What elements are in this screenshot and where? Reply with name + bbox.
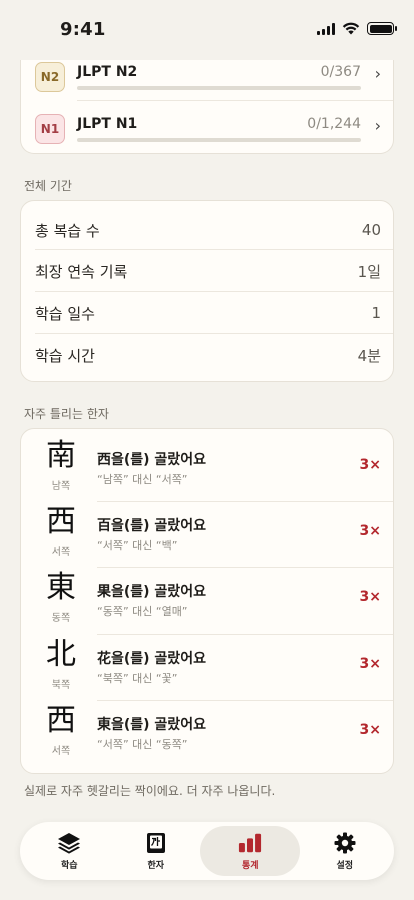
mistake-detail: “남쪽” 대신 “서쪽” xyxy=(97,473,188,486)
mistakes-footnote: 실제로 자주 헷갈리는 짝이에요. 더 자주 나옵니다. xyxy=(24,784,276,798)
layers-icon xyxy=(57,832,81,854)
level-badge-n2: N2 xyxy=(35,62,65,92)
mistake-count: 3× xyxy=(359,457,381,473)
section-label-mistakes: 자주 틀리는 한자 xyxy=(24,407,109,421)
stat-row-study-days: 학습 일수 1 xyxy=(21,292,395,334)
kanji-reading: 남쪽 xyxy=(51,481,71,492)
mistake-title: 果을(를) 골랐어요 xyxy=(97,584,206,600)
jlpt-levels-card: N2 JLPT N2 0/367 › N1 JLPT N1 0/1,244 › xyxy=(20,48,394,154)
tab-stats[interactable]: 통계 xyxy=(200,826,301,876)
kanji-reading: 북쪽 xyxy=(51,680,71,691)
stat-value: 4분 xyxy=(357,346,381,365)
mistake-count: 3× xyxy=(359,523,381,539)
chevron-right-icon: › xyxy=(374,116,381,135)
tab-label: 학습 xyxy=(60,860,78,871)
stat-row-total-reviews: 총 복습 수 40 xyxy=(21,209,395,251)
level-count: 0/1,244 xyxy=(307,116,361,132)
stat-value: 1일 xyxy=(357,262,381,281)
jlpt-level-row-n1[interactable]: N1 JLPT N1 0/1,244 › xyxy=(21,100,395,150)
tab-label: 설정 xyxy=(336,860,354,871)
mistake-count: 3× xyxy=(359,656,381,672)
section-label-overall: 전체 기간 xyxy=(24,179,72,193)
stat-label: 최장 연속 기록 xyxy=(35,262,128,281)
kanji-character: 北 xyxy=(46,637,76,672)
kanji-reading: 서쪽 xyxy=(51,746,71,757)
bar-chart-icon xyxy=(238,832,262,854)
level-progress-bar xyxy=(77,86,361,90)
stat-label: 학습 시간 xyxy=(35,346,95,365)
mistake-title: 花을(를) 골랐어요 xyxy=(97,651,206,667)
status-time: 9:41 xyxy=(60,19,106,40)
chevron-right-icon: › xyxy=(374,64,381,83)
kanji-character: 東 xyxy=(46,570,76,605)
overall-stats-card: 총 복습 수 40 최장 연속 기록 1일 학습 일수 1 학습 시간 4분 xyxy=(20,200,394,382)
gear-icon xyxy=(333,832,357,854)
kanji-reading: 서쪽 xyxy=(51,547,71,558)
tab-bar: 학습 한자 통계 설정 xyxy=(20,822,394,880)
frequent-mistakes-card: 南 남쪽 西을(를) 골랐어요 “남쪽” 대신 “서쪽” 3× 西 서쪽 百을(… xyxy=(20,428,394,774)
stat-row-longest-streak: 최장 연속 기록 1일 xyxy=(21,250,395,292)
tab-study[interactable]: 학습 xyxy=(27,826,111,876)
kanji-character: 南 xyxy=(46,438,76,473)
battery-icon xyxy=(367,22,397,35)
mistake-item[interactable]: 東 동쪽 果을(를) 골랐어요 “동쪽” 대신 “열매” 3× xyxy=(21,561,395,627)
level-name: JLPT N1 xyxy=(77,116,138,132)
stat-row-study-time: 학습 시간 4분 xyxy=(21,334,395,376)
mistake-item[interactable]: 西 서쪽 百을(를) 골랐어요 “서쪽” 대신 “백” 3× xyxy=(21,495,395,561)
level-count: 0/367 xyxy=(320,64,361,80)
status-bar: 9:41 xyxy=(0,0,414,60)
kanji-book-icon xyxy=(144,832,168,854)
level-name: JLPT N2 xyxy=(77,64,138,80)
stat-label: 총 복습 수 xyxy=(35,221,100,240)
mistake-item[interactable]: 西 서쪽 東을(를) 골랐어요 “서쪽” 대신 “동쪽” 3× xyxy=(21,694,395,760)
level-progress-bar xyxy=(77,138,361,142)
mistake-item[interactable]: 南 남쪽 西을(를) 골랐어요 “남쪽” 대신 “서쪽” 3× xyxy=(21,429,395,495)
kanji-character: 西 xyxy=(46,703,76,738)
stat-value: 1 xyxy=(371,304,381,322)
level-badge-n1: N1 xyxy=(35,114,65,144)
mistake-count: 3× xyxy=(359,722,381,738)
kanji-reading: 동쪽 xyxy=(51,613,71,624)
tab-kanji[interactable]: 한자 xyxy=(114,826,198,876)
tab-label: 한자 xyxy=(147,860,165,871)
mistake-count: 3× xyxy=(359,589,381,605)
stat-label: 학습 일수 xyxy=(35,304,95,323)
mistake-detail: “서쪽” 대신 “백” xyxy=(97,539,178,552)
wifi-icon xyxy=(342,22,360,35)
mistake-title: 西을(를) 골랐어요 xyxy=(97,452,206,468)
mistake-detail: “서쪽” 대신 “동쪽” xyxy=(97,738,188,751)
mistake-detail: “동쪽” 대신 “열매” xyxy=(97,605,188,618)
mistake-detail: “북쪽” 대신 “꽃” xyxy=(97,672,178,685)
mistake-title: 東을(를) 골랐어요 xyxy=(97,717,206,733)
signal-icon xyxy=(317,22,335,35)
status-icons xyxy=(317,22,397,35)
mistake-title: 百을(를) 골랐어요 xyxy=(97,518,206,534)
tab-settings[interactable]: 설정 xyxy=(303,826,387,876)
kanji-character: 西 xyxy=(46,504,76,539)
mistake-item[interactable]: 北 북쪽 花을(를) 골랐어요 “북쪽” 대신 “꽃” 3× xyxy=(21,628,395,694)
stat-value: 40 xyxy=(361,221,381,239)
tab-label: 통계 xyxy=(241,860,259,871)
